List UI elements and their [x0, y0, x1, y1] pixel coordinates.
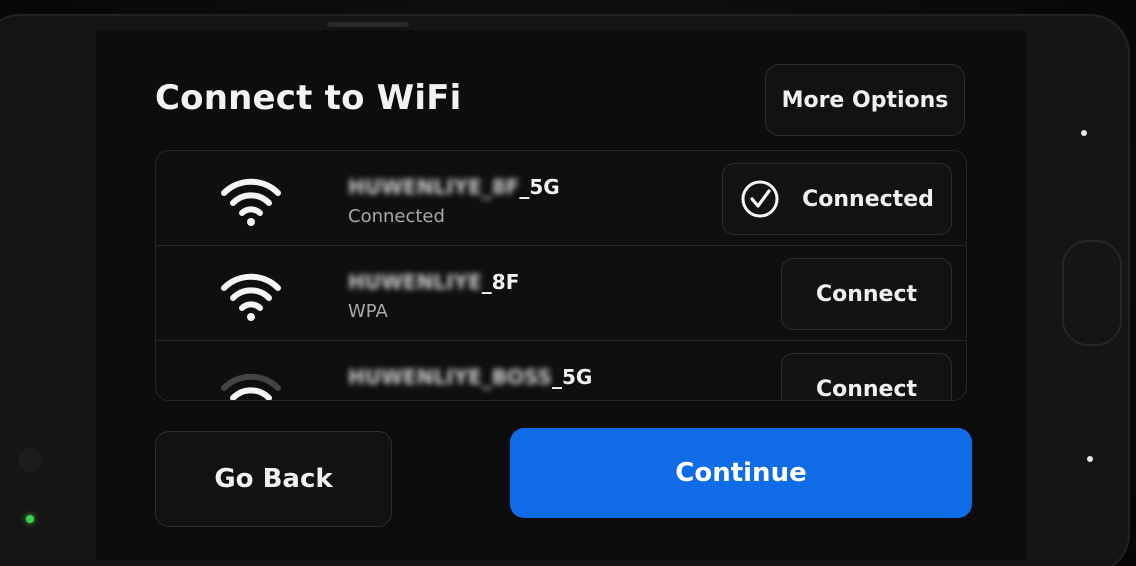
connected-label: Connected — [802, 186, 934, 212]
connect-button[interactable]: Connect — [781, 353, 952, 400]
network-ssid: HUWENLIYE_8F — [348, 270, 519, 294]
bezel-dot-top — [1081, 130, 1087, 136]
wifi-network-list[interactable]: HUWENLIYE_8F_5G Connected Connected HUWE… — [155, 150, 967, 401]
network-ssid: HUWENLIYE_BOSS_5G — [348, 365, 592, 389]
device-photo: Connect to WiFi More Options HUWENLIYE_8… — [0, 0, 1136, 566]
ssid-suffix: _5G — [551, 365, 593, 389]
connected-button[interactable]: Connected — [722, 163, 952, 235]
wifi-icon — [221, 373, 281, 400]
page-title: Connect to WiFi — [155, 78, 462, 118]
ssid-redacted: HUWENLIYE_8F — [348, 175, 520, 199]
wifi-row-2[interactable]: HUWENLIYE_8F WPA Connect — [156, 246, 966, 341]
ssid-suffix: _8F — [481, 270, 520, 294]
more-options-button[interactable]: More Options — [765, 64, 965, 136]
connect-button[interactable]: Connect — [781, 258, 952, 330]
continue-button[interactable]: Continue — [510, 428, 972, 518]
wifi-icon — [221, 178, 281, 226]
ssid-suffix: _5G — [519, 175, 560, 199]
check-circle-icon — [741, 180, 779, 218]
network-security: WPA — [348, 301, 388, 322]
earpiece-slot — [327, 22, 409, 27]
status-led — [26, 515, 34, 523]
wifi-icon — [221, 273, 281, 321]
ssid-redacted: HUWENLIYE — [348, 270, 482, 294]
go-back-button[interactable]: Go Back — [155, 431, 392, 527]
wifi-row-3[interactable]: HUWENLIYE_BOSS_5G Connect — [156, 341, 966, 400]
network-ssid: HUWENLIYE_8F_5G — [348, 175, 560, 199]
wifi-row-1[interactable]: HUWENLIYE_8F_5G Connected Connected — [156, 151, 966, 246]
network-status: Connected — [348, 206, 445, 227]
bezel-dot-bottom — [1087, 456, 1093, 462]
home-button — [1062, 240, 1122, 346]
front-sensor — [18, 448, 42, 472]
ssid-redacted: HUWENLIYE_BOSS — [348, 365, 552, 389]
